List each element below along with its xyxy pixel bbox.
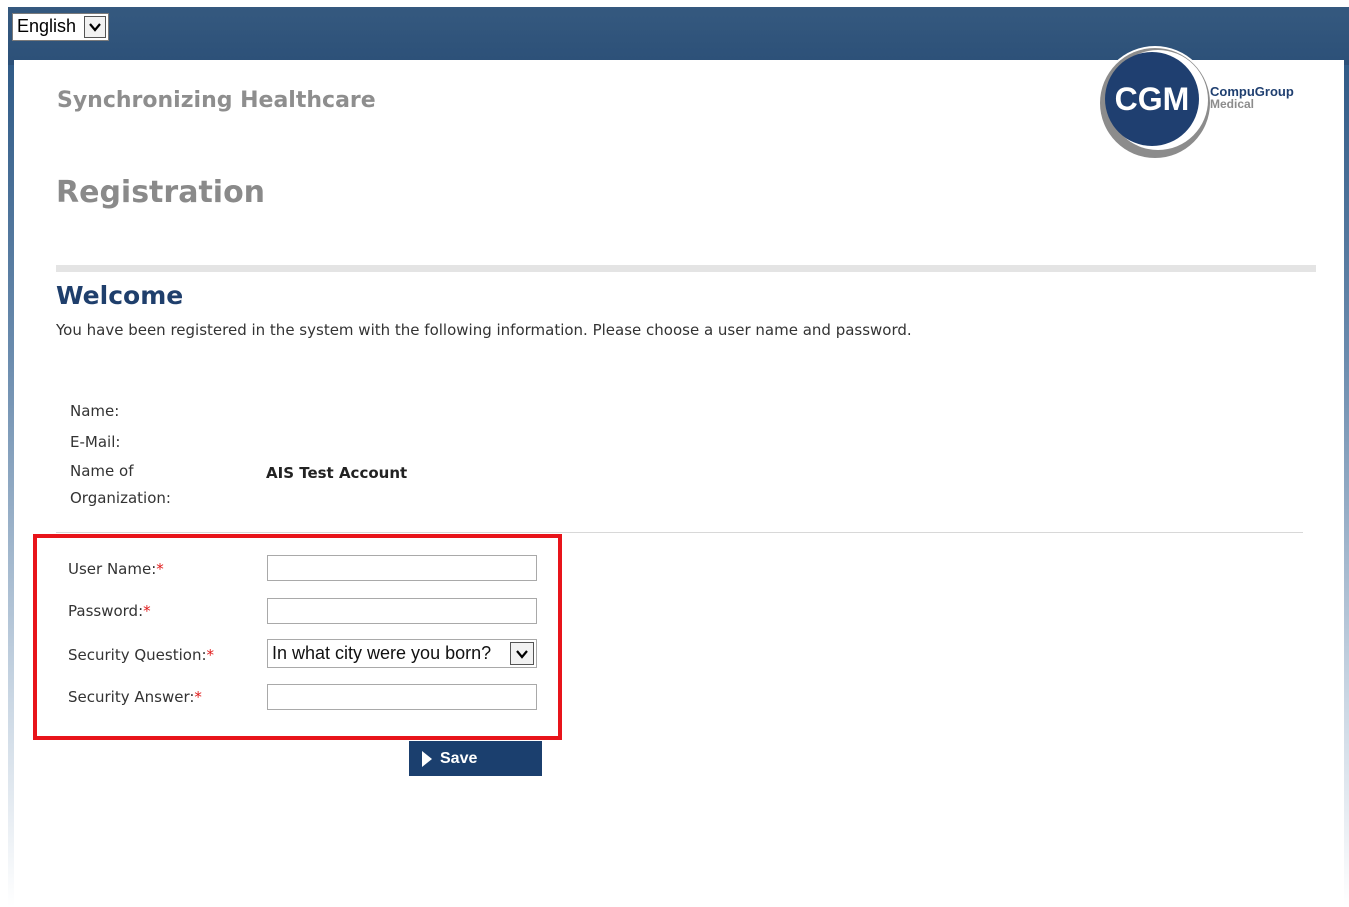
language-select-value: English	[17, 16, 77, 36]
username-label-text: User Name:	[68, 560, 157, 578]
security-question-value: In what city were you born?	[272, 643, 492, 663]
page-title: Registration	[56, 175, 266, 210]
username-input[interactable]	[267, 555, 537, 581]
play-arrow-icon	[422, 751, 432, 767]
welcome-heading: Welcome	[56, 281, 184, 310]
email-label: E-Mail:	[70, 433, 121, 451]
required-marker: *	[156, 560, 164, 578]
section-divider	[56, 265, 1316, 272]
cgm-logo: CGM	[1090, 20, 1230, 160]
name-label: Name:	[70, 402, 120, 420]
logo-name-line2: Medical	[1210, 97, 1255, 111]
security-question-label: Security Question:*	[68, 646, 214, 664]
security-answer-label-text: Security Answer:	[68, 688, 195, 706]
intro-text: You have been registered in the system w…	[56, 321, 912, 339]
security-answer-label: Security Answer:*	[68, 688, 202, 706]
organization-label-line2: Organization:	[70, 489, 171, 507]
chevron-down-icon[interactable]	[84, 16, 106, 38]
password-input[interactable]	[267, 598, 537, 624]
required-marker: *	[194, 688, 202, 706]
logo-wordmark: CompuGroup Medical	[1210, 85, 1294, 111]
username-label: User Name:*	[68, 560, 164, 578]
chevron-down-icon[interactable]	[510, 642, 534, 665]
security-question-select[interactable]: In what city were you born?	[267, 639, 537, 668]
save-button-label: Save	[440, 750, 478, 767]
tagline: Synchronizing Healthcare	[57, 88, 376, 113]
save-button[interactable]: Save	[409, 741, 542, 776]
language-select[interactable]: English	[12, 13, 109, 41]
password-label: Password:*	[68, 602, 151, 620]
required-marker: *	[206, 646, 215, 664]
organization-label: Name of Organization:	[70, 458, 171, 512]
organization-value: AIS Test Account	[266, 464, 408, 482]
logo-mark: CGM	[1115, 81, 1190, 117]
security-answer-input[interactable]	[267, 684, 537, 710]
password-label-text: Password:	[68, 602, 144, 620]
organization-label-line1: Name of	[70, 462, 134, 480]
info-divider	[56, 532, 1303, 533]
required-marker: *	[143, 602, 151, 620]
security-question-label-text: Security Question:	[68, 646, 207, 664]
